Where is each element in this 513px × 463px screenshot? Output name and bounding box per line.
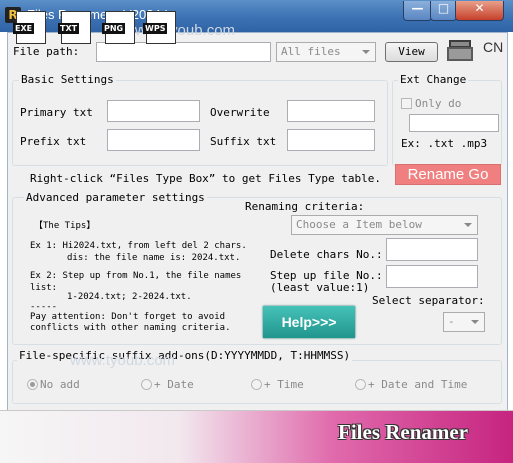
separator-value: - [448,315,455,328]
chevron-down-icon [464,223,472,227]
basic-settings-title: Basic Settings [19,73,116,86]
primary-txt-label: Primary txt [20,106,93,119]
suffix-txt-label: Suffix txt [210,135,277,148]
suffix-addon-title: File-specific suffix add-ons(D:YYYYMMDD,… [17,349,353,362]
tip1-line2: dis: the file name is: 2024.txt. [67,253,241,263]
folder-icon[interactable] [446,38,476,64]
basic-settings-group [12,80,388,166]
chevron-down-icon [471,320,479,324]
step-up-hint: (least value:1) [270,281,370,294]
radio-date-and-time[interactable] [355,379,366,390]
view-button[interactable]: View [385,42,438,62]
step-up-input[interactable] [386,265,478,288]
exe-file-icon: EXE [13,11,46,44]
files-type-hint: Right-click “Files Type Box” to get File… [30,172,381,185]
tip2-line2: list: [30,283,58,293]
chevron-down-icon [362,50,370,54]
file-type-selected: All files [281,45,341,58]
file-path-label: File path: [13,45,80,58]
delete-chars-label: Delete chars No.: [270,248,383,261]
option-date-label: + Date [154,378,194,391]
help-button[interactable]: Help>>> [263,306,355,338]
advanced-settings-title: Advanced parameter settings [24,191,207,204]
tip2-line3: 1-2024.txt; 2-2024.txt. [67,292,192,302]
radio-time[interactable] [251,379,262,390]
attention-line2: conflicts with other naming criteria. [30,323,231,333]
tip1-line1: Ex 1: Hi2024.txt, from left del 2 chars. [30,241,247,251]
watermark-bottom: www.tyoub.com [70,352,176,369]
overwrite-input[interactable] [287,100,375,122]
only-do-label: Only do [415,97,462,110]
prefix-txt-label: Prefix txt [20,135,87,148]
ext-input[interactable] [409,114,499,132]
language-toggle[interactable]: CN [483,39,503,55]
option-no-add-label: No add [40,378,80,391]
brand-title: Files Renamer [338,420,469,444]
rename-go-button[interactable]: Rename Go [395,164,501,185]
wps-file-icon-label: WPS [143,23,168,34]
option-date-time-label: + Date and Time [368,378,468,391]
txt-file-icon: TXT [58,11,91,44]
primary-txt-input[interactable] [107,100,200,122]
png-file-icon-label: PNG [102,23,126,34]
maximize-button[interactable]: □ [430,1,457,21]
prefix-txt-input[interactable] [107,129,200,151]
minimize-button[interactable]: — [403,1,432,21]
txt-file-icon-label: TXT [58,23,80,34]
close-button[interactable]: ✕ [455,1,504,21]
png-file-icon: PNG [102,11,135,44]
radio-date[interactable] [141,379,152,390]
file-type-select[interactable]: All files [276,42,376,62]
option-time-label: + Time [264,378,304,391]
file-path-input[interactable] [96,42,271,62]
exe-file-icon-label: EXE [13,23,35,34]
radio-selected-dot [30,382,35,387]
separator-select[interactable]: - [443,312,485,332]
radio-no-add[interactable] [27,379,38,390]
overwrite-label: Overwrite [210,106,270,119]
renaming-criteria-label: Renaming criteria: [245,200,365,213]
separator-label: Select separator: [372,294,485,307]
tips-title: 【The Tips】 [34,221,96,231]
tip2-line1: Ex 2: Step up from No.1, the file names [30,271,242,281]
only-do-checkbox[interactable] [401,98,412,109]
renaming-criteria-placeholder: Choose a Item below [296,218,422,231]
renaming-criteria-select[interactable]: Choose a Item below [291,215,478,235]
ext-example: Ex: .txt .mp3 [401,137,488,150]
wps-file-icon: WPS [143,11,176,44]
ext-change-title: Ext Change [398,73,469,86]
suffix-txt-input[interactable] [287,129,375,151]
delete-chars-input[interactable] [386,238,478,261]
